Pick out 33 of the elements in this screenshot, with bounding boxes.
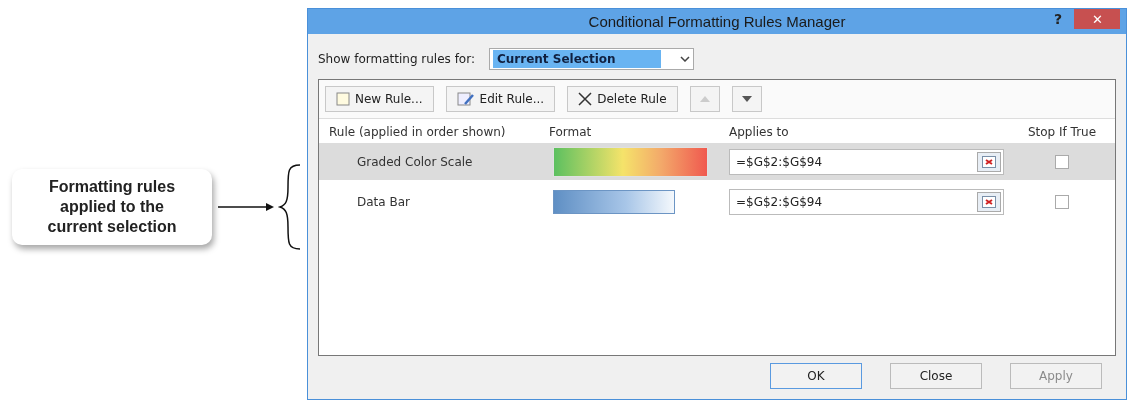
range-select-icon bbox=[982, 195, 996, 208]
delete-rule-button[interactable]: Delete Rule bbox=[567, 86, 678, 112]
column-header: Format bbox=[549, 125, 593, 139]
help-icon[interactable]: ? bbox=[1053, 11, 1062, 27]
show-rules-dropdown[interactable]: Current Selection bbox=[488, 48, 694, 70]
new-rule-button[interactable]: New Rule... bbox=[325, 86, 434, 112]
stop-if-true-checkbox[interactable] bbox=[1055, 154, 1069, 169]
range-select-button[interactable] bbox=[977, 151, 1001, 172]
triangle-down-icon bbox=[741, 96, 752, 102]
dialog-button[interactable]: Close bbox=[890, 363, 982, 389]
column-header: Stop If True bbox=[1026, 125, 1098, 139]
rule-row[interactable]: Data Bar =$G$2:$G$94 bbox=[319, 183, 1115, 220]
stop-if-true-checkbox[interactable] bbox=[1055, 194, 1069, 209]
edit-pencil-icon bbox=[456, 92, 475, 106]
applies-to-field[interactable]: =$G$2:$G$94 bbox=[729, 188, 1004, 215]
dialog-button[interactable]: OK bbox=[770, 363, 862, 389]
move-down-button[interactable] bbox=[731, 86, 762, 112]
applies-to-field[interactable]: =$G$2:$G$94 bbox=[729, 148, 1004, 175]
chevron-down-icon bbox=[679, 56, 690, 62]
triangle-up-icon bbox=[699, 96, 710, 102]
column-header: Rule (applied in order shown) bbox=[329, 125, 507, 139]
rule-name: Data Bar bbox=[356, 194, 411, 209]
range-select-icon bbox=[982, 155, 996, 168]
show-rules-label: Show formatting rules for: bbox=[318, 52, 475, 66]
delete-icon bbox=[578, 92, 593, 106]
annotation-callout: Formatting rules applied to the current selection bbox=[12, 168, 212, 245]
rule-row[interactable]: Graded Color Scale =$G$2:$G$94 bbox=[319, 143, 1115, 180]
close-button[interactable]: ✕ bbox=[1074, 9, 1120, 29]
column-header: Applies to bbox=[729, 125, 790, 139]
rule-name: Graded Color Scale bbox=[356, 154, 474, 169]
edit-rule-button[interactable]: Edit Rule... bbox=[445, 86, 556, 112]
window-title: Conditional Formatting Rules Manager bbox=[588, 13, 846, 30]
range-select-button[interactable] bbox=[977, 191, 1001, 212]
